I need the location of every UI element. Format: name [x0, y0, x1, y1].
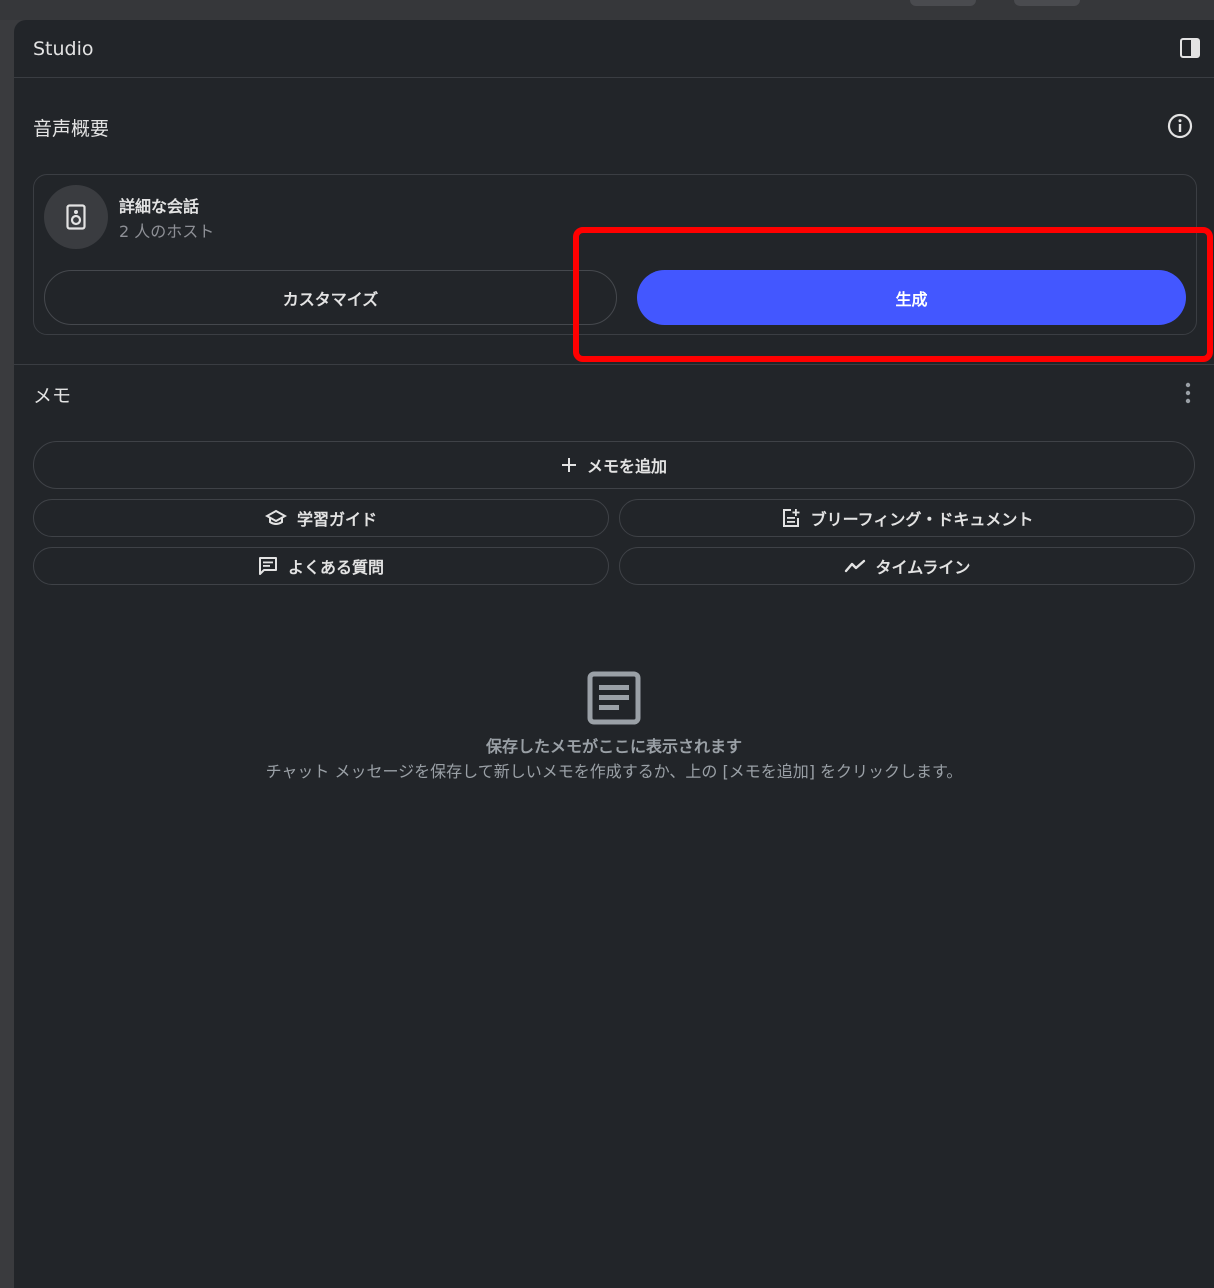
briefing-doc-button[interactable]: ブリーフィング・ドキュメント [619, 499, 1195, 537]
graduation-cap-icon [264, 509, 287, 525]
faq-label: よくある質問 [287, 558, 384, 577]
briefing-doc-label: ブリーフィング・ドキュメント [810, 510, 1034, 529]
studio-panel: Studio 音声概要 詳細な会話 2 人のホスト カスタマイズ 生成 メモ メ… [14, 20, 1214, 1288]
highlight-annotation [573, 227, 1213, 362]
empty-state-title: 保存したメモがここに表示されます [485, 737, 742, 756]
document-add-icon [782, 509, 800, 527]
speaker-icon [66, 204, 86, 230]
study-guide-label: 学習ガイド [296, 510, 377, 529]
add-note-label: メモを追加 [586, 457, 667, 476]
panel-title: Studio [33, 37, 94, 60]
study-guide-button[interactable]: 学習ガイド [33, 499, 609, 537]
speaker-icon-container [44, 185, 108, 249]
more-options-icon[interactable] [1180, 381, 1196, 405]
info-icon[interactable] [1167, 113, 1193, 139]
audio-overview-title: 音声概要 [33, 118, 110, 140]
notes-empty-icon [587, 671, 641, 725]
notes-title: メモ [33, 385, 72, 407]
trend-line-icon [844, 559, 865, 573]
audio-format-subtitle: 2 人のホスト [119, 222, 215, 241]
panel-toggle-icon[interactable] [1180, 38, 1200, 58]
timeline-label: タイムライン [875, 558, 971, 577]
add-note-button[interactable]: メモを追加 [33, 441, 1195, 489]
empty-state-subtitle: チャット メッセージを保存して新しいメモを作成するか、上の [メモを追加] をク… [265, 762, 963, 781]
top-tab-pill[interactable] [1014, 0, 1080, 6]
top-tab-pill[interactable] [910, 0, 976, 6]
panel-header: Studio [14, 20, 1214, 78]
audio-format-title: 詳細な会話 [119, 197, 200, 216]
faq-button[interactable]: よくある質問 [33, 547, 609, 585]
top-strip [0, 0, 1214, 20]
plus-icon [561, 458, 576, 472]
timeline-button[interactable]: タイムライン [619, 547, 1195, 585]
window-edge [0, 0, 14, 1288]
customize-button[interactable]: カスタマイズ [44, 270, 617, 325]
chat-bubble-icon [258, 557, 277, 575]
section-divider [14, 364, 1214, 365]
